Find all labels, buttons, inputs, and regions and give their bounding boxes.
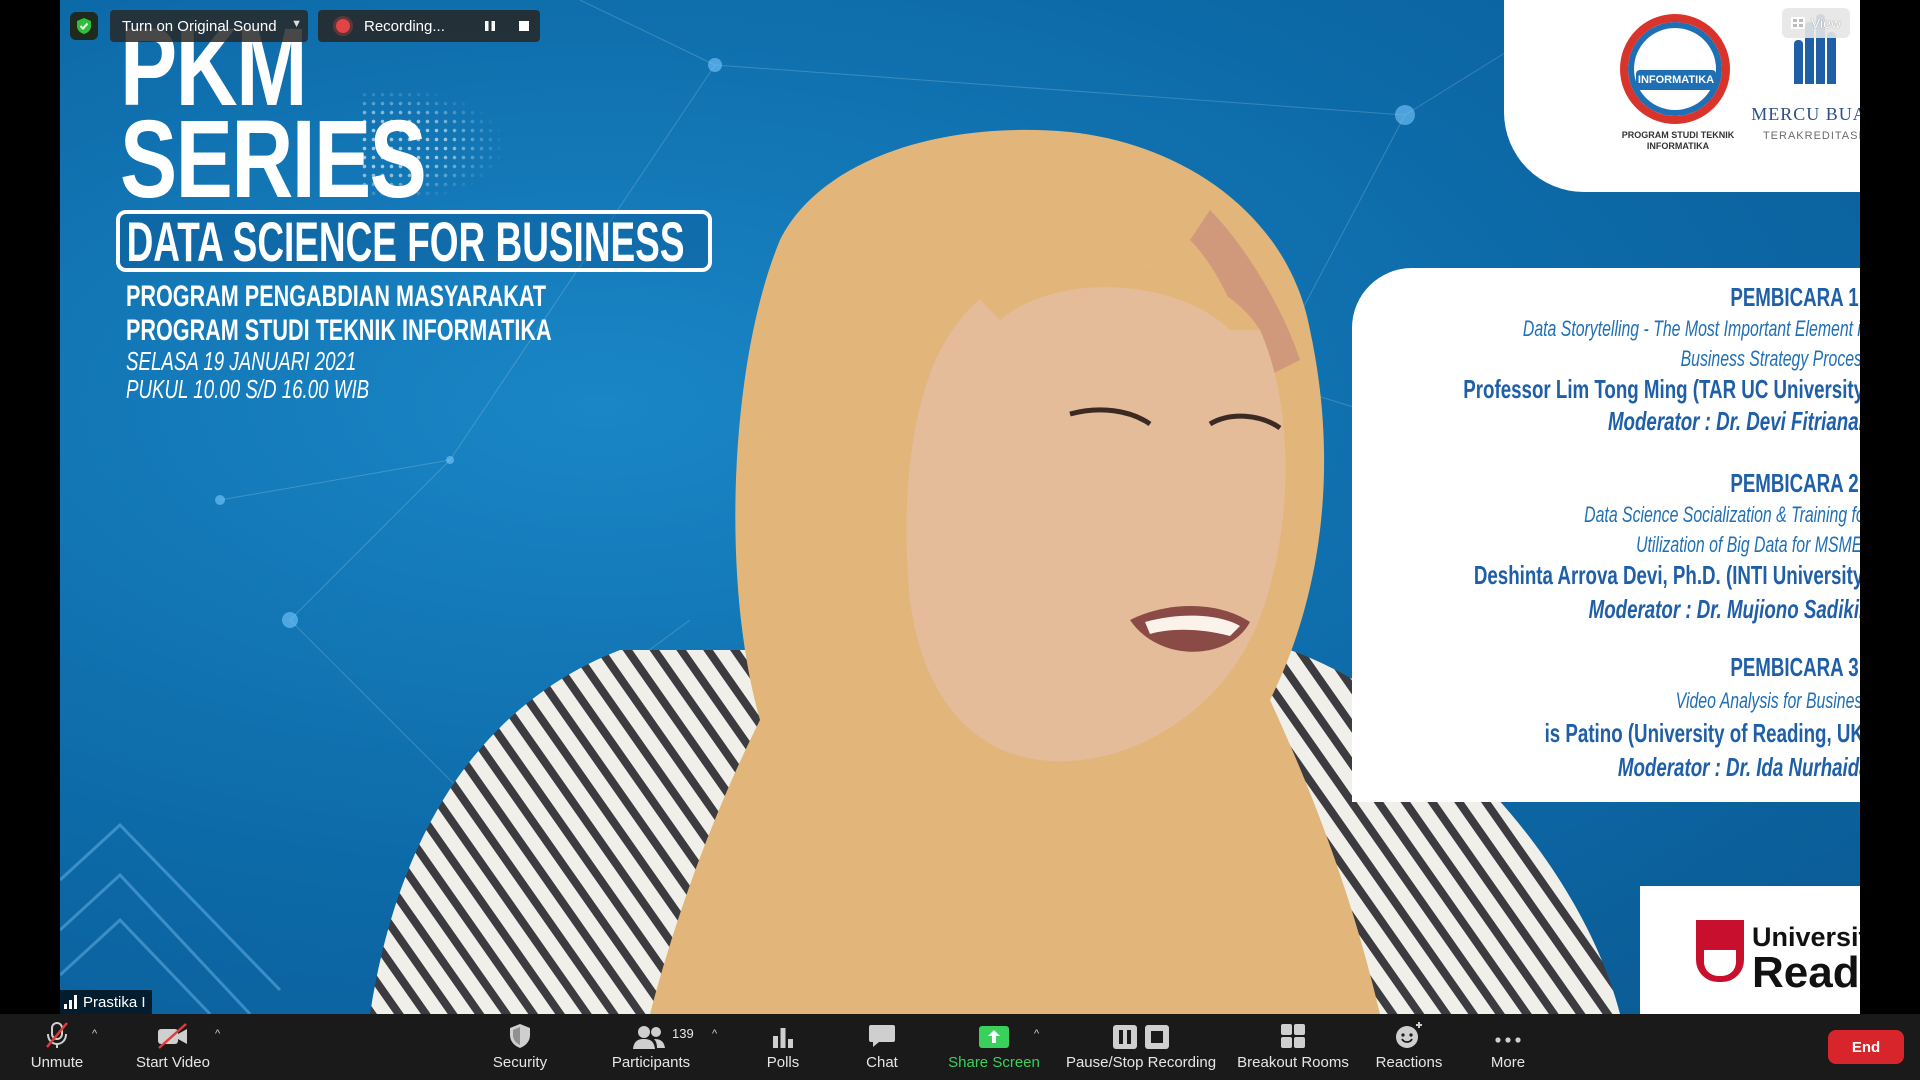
speaker-video: PKM SERIES DATA SCIENCE FOR BUSINESS PRO… xyxy=(60,0,1860,1014)
share-screen-button[interactable]: Share Screen xyxy=(944,1014,1044,1080)
chevron-down-icon[interactable]: ▼ xyxy=(291,18,302,30)
speaker-2-moderator: Moderator : Dr. Mujiono Sadikin xyxy=(1588,594,1860,624)
speaker-1-moderator: Moderator : Dr. Devi Fitrianah xyxy=(1607,406,1860,436)
chat-button[interactable]: Chat xyxy=(848,1014,916,1080)
speaker-1-topic-line2: Business Strategy Process xyxy=(1680,346,1860,371)
video-options-chevron-icon[interactable]: ^ xyxy=(215,1028,220,1040)
speaker-3-name: is Patino (University of Reading, UK) xyxy=(1544,718,1860,748)
recording-indicator: Recording... xyxy=(318,10,540,42)
video-camera-off-icon xyxy=(158,1023,187,1049)
original-sound-label: Turn on Original Sound xyxy=(122,17,277,35)
more-icon xyxy=(1495,1037,1521,1043)
more-button[interactable]: More xyxy=(1476,1014,1540,1080)
speaker-3-topic-line1: Video Analysis for Business xyxy=(1675,688,1860,713)
participant-name-tag: Prastika I xyxy=(60,990,152,1014)
microphone-muted-icon xyxy=(46,1022,68,1048)
pause-icon xyxy=(1113,1025,1137,1049)
participants-icon xyxy=(633,1026,665,1049)
chat-label: Chat xyxy=(866,1054,898,1071)
pause-stop-recording-label: Pause/Stop Recording xyxy=(1065,1054,1217,1071)
reactions-button[interactable]: Reactions xyxy=(1370,1014,1448,1080)
participants-chevron-icon[interactable]: ^ xyxy=(712,1028,717,1040)
participants-label: Participants xyxy=(611,1054,691,1071)
pause-recording-button[interactable] xyxy=(478,14,502,38)
recording-dot-icon xyxy=(336,19,350,33)
university-of-reading-logo: University of Reading xyxy=(1640,886,1860,1014)
more-label: More xyxy=(1490,1054,1526,1071)
pause-stop-recording-button[interactable]: Pause/Stop Recording xyxy=(1064,1014,1218,1080)
breakout-rooms-label: Breakout Rooms xyxy=(1237,1054,1349,1071)
speaker-3-heading: PEMBICARA 3 : xyxy=(1730,652,1860,682)
security-button[interactable]: Security xyxy=(482,1014,558,1080)
video-stage: PKM SERIES DATA SCIENCE FOR BUSINESS PRO… xyxy=(0,0,1920,1014)
polls-button[interactable]: Polls xyxy=(750,1014,816,1080)
participant-name: Prastika I xyxy=(83,993,146,1011)
uor-shield-icon xyxy=(1696,920,1744,982)
participants-count: 139 xyxy=(672,1026,694,1041)
stop-recording-button[interactable] xyxy=(512,14,536,38)
reactions-icon xyxy=(1396,1022,1422,1048)
reactions-label: Reactions xyxy=(1375,1054,1443,1071)
share-screen-icon xyxy=(979,1026,1009,1048)
meeting-toolbar: Unmute ^ Start Video ^ Security Particip… xyxy=(0,1014,1920,1080)
share-options-chevron-icon[interactable]: ^ xyxy=(1034,1028,1039,1040)
speaker-2-topic-line1: Data Science Socialization & Training fo… xyxy=(1584,502,1860,527)
speaker-2-heading: PEMBICARA 2 : xyxy=(1730,468,1860,498)
polls-icon xyxy=(773,1028,793,1048)
unmute-label: Unmute xyxy=(30,1054,84,1071)
share-screen-label: Share Screen xyxy=(948,1054,1040,1071)
start-video-label: Start Video xyxy=(136,1054,210,1071)
participants-button[interactable]: Participants xyxy=(602,1014,700,1080)
start-video-button[interactable]: Start Video xyxy=(130,1014,216,1080)
shield-icon xyxy=(510,1024,530,1048)
security-label: Security xyxy=(492,1054,548,1071)
chat-icon xyxy=(869,1025,895,1047)
recording-label: Recording... xyxy=(364,17,445,35)
speakers-panel: PEMBICARA 1 : Data Storytelling - The Mo… xyxy=(1352,268,1860,802)
speaker-2-topic-line2: Utilization of Big Data for MSMEs xyxy=(1635,532,1860,557)
speaker-2-name: Deshinta Arrova Devi, Ph.D. (INTI Univer… xyxy=(1474,560,1860,590)
speaker-3-moderator: Moderator : Dr. Ida Nurhaida xyxy=(1618,752,1860,782)
view-label: View xyxy=(1810,15,1842,31)
speaker-1-name: Professor Lim Tong Ming (TAR UC Universi… xyxy=(1462,374,1860,404)
end-meeting-button[interactable]: End xyxy=(1828,1030,1904,1064)
uor-line2: Reading xyxy=(1752,948,1860,997)
original-sound-button[interactable]: Turn on Original Sound ▼ xyxy=(110,10,308,42)
encryption-shield-icon[interactable] xyxy=(70,12,98,40)
speaker-1-topic-line1: Data Storytelling - The Most Important E… xyxy=(1523,316,1860,341)
view-button[interactable]: View xyxy=(1782,8,1850,38)
speaker-1-heading: PEMBICARA 1 : xyxy=(1730,282,1860,312)
breakout-rooms-icon xyxy=(1281,1024,1305,1048)
unmute-button[interactable]: Unmute xyxy=(22,1014,92,1080)
breakout-rooms-button[interactable]: Breakout Rooms xyxy=(1234,1014,1352,1080)
signal-strength-icon xyxy=(64,995,77,1009)
stop-icon xyxy=(1145,1025,1169,1049)
audio-options-chevron-icon[interactable]: ^ xyxy=(92,1028,97,1040)
polls-label: Polls xyxy=(766,1054,800,1071)
grid-view-icon xyxy=(1790,17,1805,29)
